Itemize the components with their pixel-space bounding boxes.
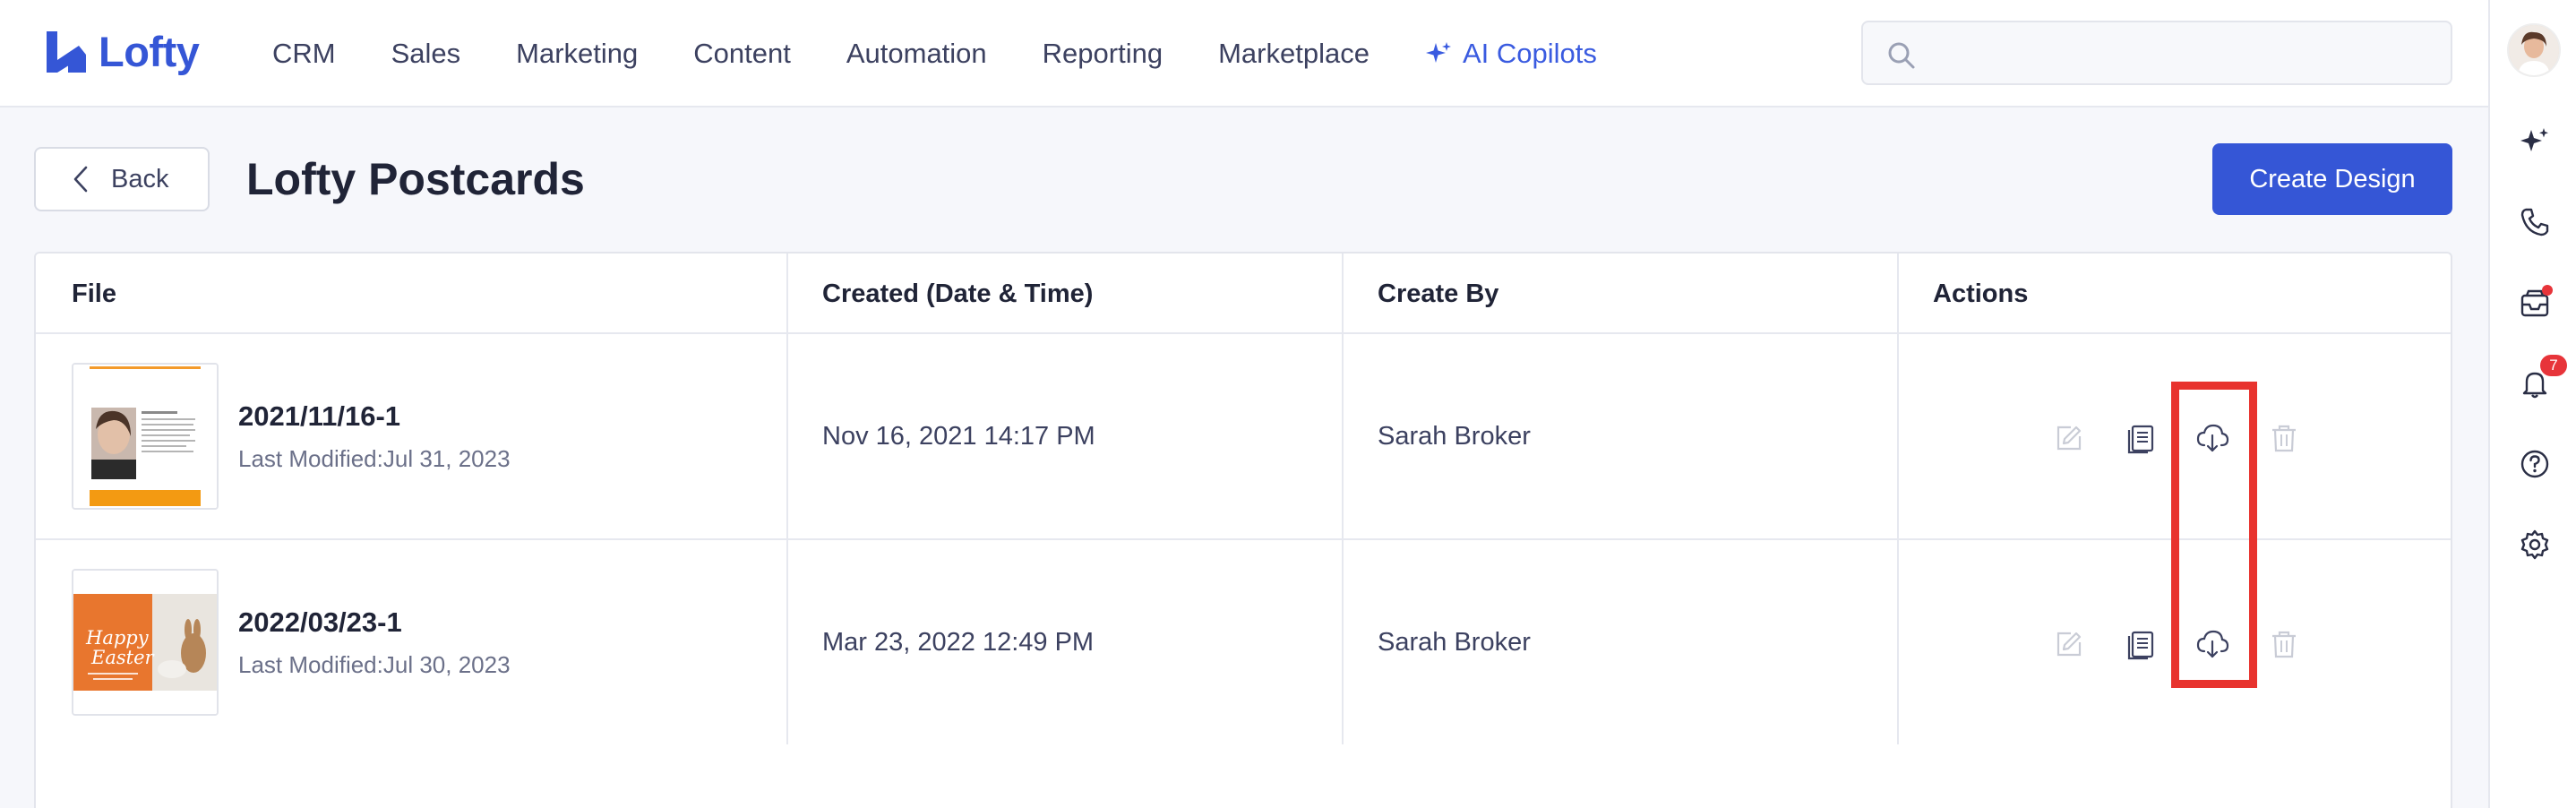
nav-automation[interactable]: Automation xyxy=(846,38,987,70)
nav-marketing[interactable]: Marketing xyxy=(516,38,638,70)
column-created: Created (Date & Time) xyxy=(822,279,1094,308)
column-create-by: Create By xyxy=(1378,279,1499,308)
search-input[interactable] xyxy=(1861,21,2452,85)
file-name[interactable]: 2022/03/23-1 xyxy=(238,606,402,639)
page-title: Lofty Postcards xyxy=(246,154,585,204)
search-icon xyxy=(1888,42,1915,69)
nav-ai-copilots[interactable]: AI Copilots xyxy=(1425,38,1597,70)
back-label: Back xyxy=(111,164,169,193)
notification-badge: 7 xyxy=(2540,355,2567,376)
nav-ai-label: AI Copilots xyxy=(1462,38,1597,69)
thumb-happy-text: Happy xyxy=(85,627,150,649)
logo-text: Lofty xyxy=(99,28,200,75)
delete-icon[interactable] xyxy=(2266,420,2302,456)
gear-icon[interactable] xyxy=(2519,529,2551,561)
edit-icon[interactable] xyxy=(2051,420,2087,456)
postcards-table: File Created (Date & Time) Create By Act… xyxy=(34,252,2452,808)
inbox-icon[interactable] xyxy=(2519,285,2553,319)
nav-content[interactable]: Content xyxy=(693,38,791,70)
chevron-left-icon xyxy=(73,166,88,193)
file-thumbnail[interactable] xyxy=(72,363,219,510)
column-actions: Actions xyxy=(1933,279,2029,308)
avatar-image xyxy=(2509,25,2559,75)
file-name[interactable]: 2021/11/16-1 xyxy=(238,400,400,433)
top-nav: Lofty CRM Sales Marketing Content Automa… xyxy=(0,0,2488,107)
lofty-logo-icon xyxy=(47,30,86,73)
nav-sales[interactable]: Sales xyxy=(391,38,461,70)
inbox-unread-dot xyxy=(2542,285,2553,296)
file-last-modified: Last Modified:Jul 30, 2023 xyxy=(238,651,511,678)
created-by: Sarah Broker xyxy=(1378,422,1531,451)
column-file: File xyxy=(72,279,116,308)
created-by: Sarah Broker xyxy=(1378,628,1531,657)
phone-icon[interactable] xyxy=(2519,206,2551,238)
copy-icon[interactable] xyxy=(2123,626,2159,662)
table-row[interactable]: 2021/11/16-1 Last Modified:Jul 31, 2023 … xyxy=(36,334,2451,540)
delete-icon[interactable] xyxy=(2266,626,2302,662)
file-thumbnail[interactable]: Happy Easter xyxy=(72,569,219,716)
right-rail: 7 xyxy=(2488,0,2576,808)
avatar[interactable] xyxy=(2507,23,2561,77)
created-datetime: Nov 16, 2021 14:17 PM xyxy=(822,422,1095,451)
main-nav: CRM Sales Marketing Content Automation R… xyxy=(272,0,1653,107)
sparkle-icon xyxy=(1425,42,1451,63)
help-icon[interactable] xyxy=(2519,448,2551,480)
nav-reporting[interactable]: Reporting xyxy=(1043,38,1163,70)
file-last-modified: Last Modified:Jul 31, 2023 xyxy=(238,445,511,472)
thumb-easter-text: Easter xyxy=(90,647,155,668)
edit-icon[interactable] xyxy=(2051,626,2087,662)
nav-crm[interactable]: CRM xyxy=(272,38,336,70)
table-row[interactable]: Happy Easter 2022/03/23-1 Last Modified:… xyxy=(36,540,2451,746)
created-datetime: Mar 23, 2022 12:49 PM xyxy=(822,628,1095,657)
back-button[interactable]: Back xyxy=(34,147,210,211)
sparkle-icon[interactable] xyxy=(2519,125,2551,158)
copy-icon[interactable] xyxy=(2123,420,2159,456)
table-header: File Created (Date & Time) Create By Act… xyxy=(36,254,2451,334)
create-design-button[interactable]: Create Design xyxy=(2212,143,2452,215)
lofty-logo[interactable]: Lofty xyxy=(43,27,200,76)
nav-marketplace[interactable]: Marketplace xyxy=(1218,38,1370,70)
download-highlight-box xyxy=(2171,382,2257,688)
